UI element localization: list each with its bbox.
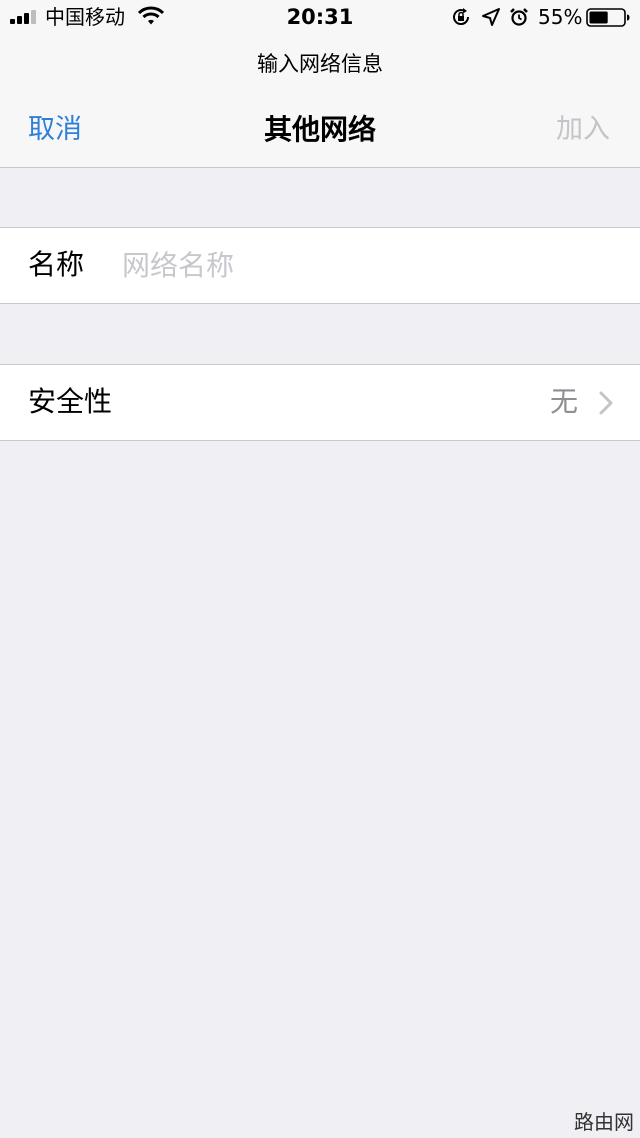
location-icon bbox=[482, 8, 500, 26]
network-name-row: 名称 bbox=[0, 227, 640, 304]
carrier-name: 中国移动 bbox=[45, 5, 125, 29]
network-name-label: 名称 bbox=[28, 248, 85, 281]
security-label: 安全性 bbox=[28, 385, 113, 418]
cancel-button[interactable]: 取消 bbox=[28, 112, 82, 148]
security-value: 无 bbox=[549, 385, 578, 418]
battery-percent: 55% bbox=[538, 5, 583, 29]
alarm-icon bbox=[510, 8, 528, 26]
page-title: 其他网络 bbox=[263, 113, 376, 146]
battery-icon bbox=[586, 8, 630, 27]
status-bar: 中国移动 20:31 55% bbox=[0, 0, 640, 36]
orientation-lock-icon bbox=[453, 8, 470, 26]
join-button[interactable]: 加入 bbox=[556, 112, 610, 148]
signal-icon bbox=[10, 10, 40, 24]
security-row[interactable]: 安全性 无 bbox=[0, 364, 640, 441]
chevron-right-icon bbox=[599, 391, 613, 415]
wifi-icon bbox=[138, 6, 164, 25]
prompt-text: 输入网络信息 bbox=[257, 52, 383, 76]
network-name-input[interactable] bbox=[122, 244, 612, 286]
watermark: 路由网 bbox=[574, 1110, 634, 1134]
header-area: 中国移动 20:31 55% 输入网络信息 取消 其他网络 加入 bbox=[0, 0, 640, 168]
